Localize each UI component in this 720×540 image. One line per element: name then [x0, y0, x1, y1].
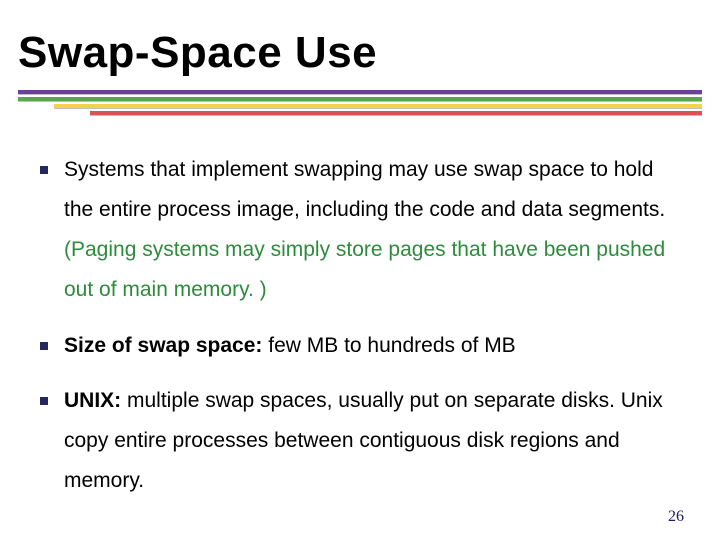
underline-red [90, 111, 702, 115]
bullet-1: Systems that implement swapping may use … [40, 150, 680, 310]
underline-yellow [54, 104, 702, 108]
underline-purple [18, 90, 702, 94]
bullet-1-pre: Systems that implement swapping may use … [64, 158, 665, 221]
bullet-3: UNIX: multiple swap spaces, usually put … [40, 381, 680, 501]
slide-title: Swap-Space Use [18, 28, 377, 78]
bullet-2-text: Size of swap space: few MB to hundreds o… [64, 326, 680, 366]
bullet-icon [40, 397, 48, 405]
slide: Swap-Space Use Systems that implement sw… [0, 0, 720, 540]
bullet-3-text: UNIX: multiple swap spaces, usually put … [64, 381, 680, 501]
bullet-2: Size of swap space: few MB to hundreds o… [40, 326, 680, 366]
bullet-3-rest: multiple swap spaces, usually put on sep… [64, 389, 663, 492]
title-underline [18, 90, 702, 126]
bullet-2-rest: few MB to hundreds of MB [262, 334, 515, 357]
bullet-3-bold: UNIX: [64, 389, 121, 412]
bullet-2-bold: Size of swap space: [64, 334, 262, 357]
bullet-1-green: (Paging systems may simply store pages t… [64, 238, 665, 301]
content-area: Systems that implement swapping may use … [40, 150, 680, 517]
bullet-1-text: Systems that implement swapping may use … [64, 150, 680, 310]
bullet-icon [40, 166, 48, 174]
page-number: 26 [668, 508, 684, 526]
bullet-icon [40, 342, 48, 350]
underline-green [18, 97, 702, 101]
